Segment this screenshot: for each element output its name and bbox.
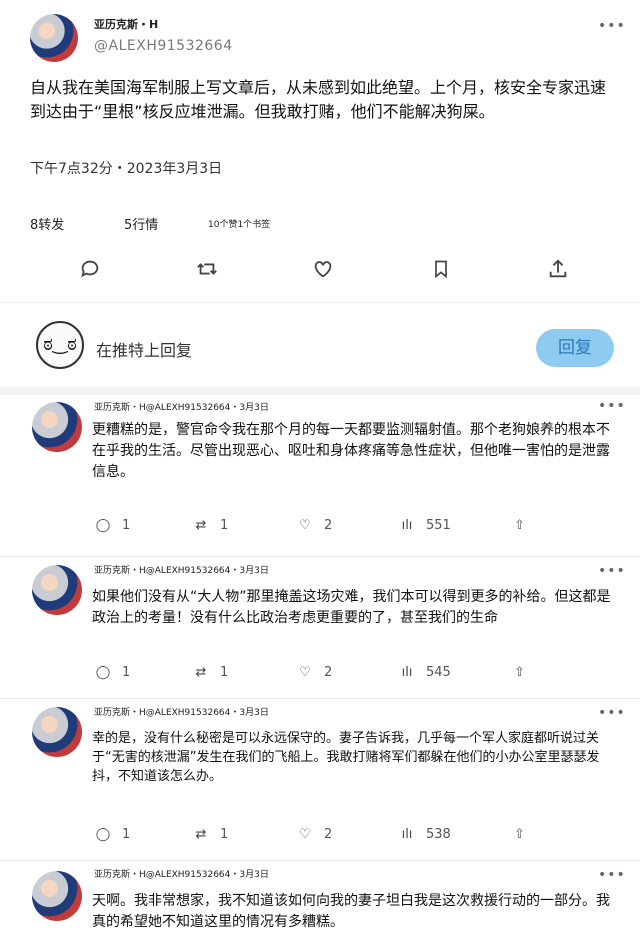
more-dots-icon[interactable]: ••• xyxy=(598,398,626,414)
reply-icon: ◯ xyxy=(95,665,111,680)
retweet-count[interactable]: ⇄ 1 xyxy=(192,518,229,533)
author-avatar[interactable] xyxy=(32,871,82,921)
like-icon: ♡ xyxy=(299,827,311,842)
reply-text: 更糟糕的是，警官命令我在那个月的每一天都要监测辐射值。那个老狗娘养的根本不在乎我… xyxy=(92,422,610,480)
like-count[interactable]: ♡ 2 xyxy=(296,665,332,680)
reply-count[interactable]: ◯ 1 xyxy=(94,827,131,842)
view-count[interactable]: ılı 545 xyxy=(398,665,451,680)
more-dots-icon[interactable]: ••• xyxy=(598,867,626,883)
like-count[interactable]: ♡ 2 xyxy=(296,518,332,533)
more-dots-icon[interactable]: ••• xyxy=(598,563,626,579)
retweet-count[interactable]: ⇄ 1 xyxy=(192,665,229,680)
share-icon[interactable] xyxy=(541,258,575,292)
reply-text: 幸的是，没有什么秘密是可以永远保守的。妻子告诉我，几乎每一个军人家庭都听说过关于… xyxy=(92,731,600,784)
retweet-count[interactable]: ⇄ 1 xyxy=(192,827,229,842)
reply-tweet[interactable]: 亚历克斯・H@ALEXH91532664・3月3日 ••• 如果他们没有从“大人… xyxy=(0,556,640,697)
bookmark-icon[interactable] xyxy=(424,258,458,292)
tweet-text: 自从我在美国海军制服上写文章后，从未感到如此绝望。上个月，核安全专家迅速到达由于… xyxy=(30,78,607,121)
reply-icon[interactable] xyxy=(73,258,107,292)
retweet-count[interactable]: 8转发 xyxy=(30,214,64,233)
author-handle[interactable]: @ALEXH91532664 xyxy=(94,38,233,54)
retweet-icon[interactable] xyxy=(190,258,224,292)
author-avatar[interactable] xyxy=(30,14,78,62)
more-dots-icon[interactable]: ••• xyxy=(598,705,626,721)
view-count[interactable]: ılı 538 xyxy=(398,827,451,842)
tweet-timestamp[interactable]: 下午7点32分・2023年3月3日 xyxy=(30,158,222,178)
reply-tweet[interactable]: 亚历克斯・H@ALEXH91532664・3月3日 ••• 天啊。我非常想家，我… xyxy=(0,860,640,952)
reply-composer: ಠ‿ಠ 在推特上回复 回复 xyxy=(0,302,640,395)
main-tweet: 亚历克斯・H @ALEXH91532664 ••• 自从我在美国海军制服上写文章… xyxy=(0,0,640,302)
share-icon[interactable]: ⇧ xyxy=(514,827,525,842)
reply-icon: ◯ xyxy=(95,518,111,533)
quote-count[interactable]: 5行情 xyxy=(124,214,158,233)
reply-text: 天啊。我非常想家，我不知道该如何向我的妻子坦白我是这次救援行动的一部分。我真的希… xyxy=(92,893,610,930)
author-name[interactable]: 亚历克斯・H xyxy=(94,16,158,32)
retweet-icon: ⇄ xyxy=(195,827,207,842)
views-icon: ılı xyxy=(401,827,413,842)
like-count[interactable]: ♡ 2 xyxy=(296,827,332,842)
author-avatar[interactable] xyxy=(32,707,82,757)
likes-bookmarks-count[interactable]: 10个赞1个书签 xyxy=(208,217,270,230)
reply-button[interactable]: 回复 xyxy=(536,329,614,367)
view-count[interactable]: ılı 551 xyxy=(398,518,451,533)
reply-author-meta[interactable]: 亚历克斯・H@ALEXH91532664・3月3日 xyxy=(94,563,269,576)
tweet-action-bar xyxy=(0,258,640,292)
retweet-icon: ⇄ xyxy=(195,518,207,533)
share-icon[interactable]: ⇧ xyxy=(514,665,525,680)
author-avatar[interactable] xyxy=(32,402,82,452)
like-icon: ♡ xyxy=(299,665,311,680)
reply-tweet[interactable]: 亚历克斯・H@ALEXH91532664・3月3日 ••• 更糟糕的是，警官命令… xyxy=(0,394,640,544)
reply-count[interactable]: ◯ 1 xyxy=(94,665,131,680)
reply-tweet[interactable]: 亚历克斯・H@ALEXH91532664・3月3日 ••• 幸的是，没有什么秘密… xyxy=(0,698,640,859)
reply-author-meta[interactable]: 亚历克斯・H@ALEXH91532664・3月3日 xyxy=(94,400,269,413)
reply-author-meta[interactable]: 亚历克斯・H@ALEXH91532664・3月3日 xyxy=(94,867,269,880)
reply-text: 如果他们没有从“大人物”那里掩盖这场灾难，我们本可以得到更多的补给。但这都是政治… xyxy=(92,589,611,626)
retweet-icon: ⇄ xyxy=(195,665,207,680)
views-icon: ılı xyxy=(401,665,413,680)
reply-count[interactable]: ◯ 1 xyxy=(94,518,131,533)
reply-icon: ◯ xyxy=(95,827,111,842)
like-icon[interactable] xyxy=(306,258,340,292)
author-avatar[interactable] xyxy=(32,565,82,615)
share-icon[interactable]: ⇧ xyxy=(514,518,525,533)
user-avatar: ಠ‿ಠ xyxy=(36,321,84,369)
views-icon: ılı xyxy=(401,518,413,533)
reply-input[interactable]: 在推特上回复 xyxy=(96,337,192,361)
reply-author-meta[interactable]: 亚历克斯・H@ALEXH91532664・3月3日 xyxy=(94,705,269,718)
like-icon: ♡ xyxy=(299,518,311,533)
more-dots-icon[interactable]: ••• xyxy=(598,18,626,34)
